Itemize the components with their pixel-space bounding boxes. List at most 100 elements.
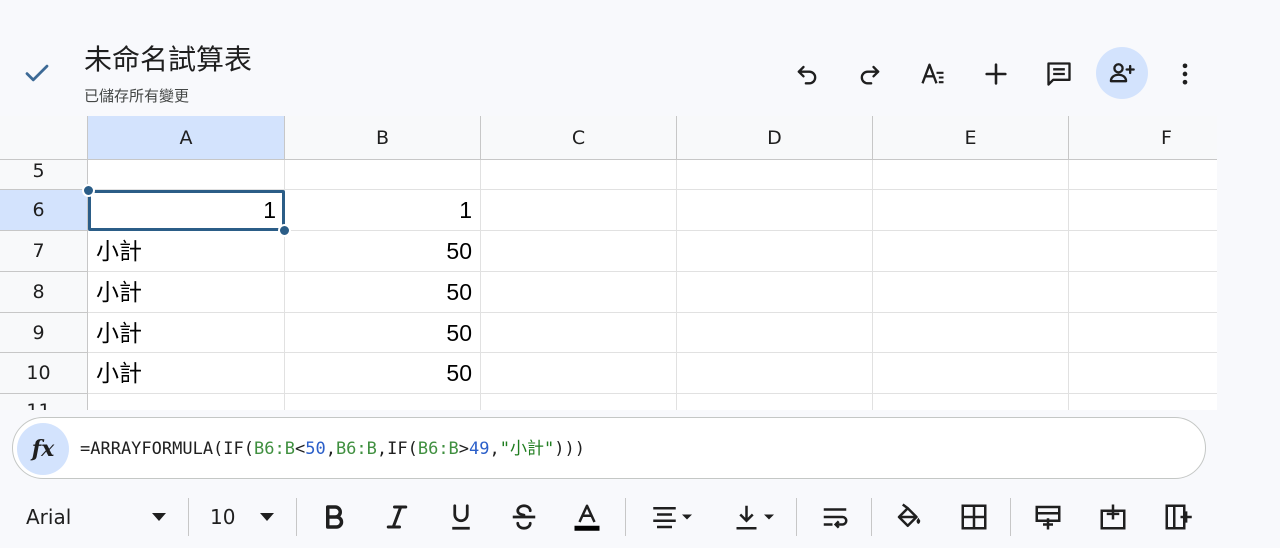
column-header-c[interactable]: C — [481, 116, 677, 160]
text-color-button[interactable] — [570, 496, 604, 538]
cell-a8[interactable]: 小計 — [88, 272, 285, 313]
share-button[interactable] — [1096, 47, 1148, 99]
column-header-a[interactable]: A — [88, 116, 285, 160]
cell-f10[interactable] — [1069, 353, 1217, 394]
cell-d9[interactable] — [677, 313, 873, 353]
cell-d10[interactable] — [677, 353, 873, 394]
underline-button[interactable] — [445, 496, 477, 538]
row-header[interactable]: 5 — [0, 160, 88, 190]
fx-icon[interactable]: fx — [17, 423, 69, 475]
cell-b8[interactable]: 50 — [285, 272, 481, 313]
borders-button[interactable] — [957, 496, 991, 538]
formula-token-num: 49 — [469, 439, 490, 459]
select-all-corner[interactable] — [0, 116, 88, 160]
toolbar-divider — [1010, 498, 1011, 536]
cell-c5[interactable] — [481, 160, 677, 190]
cell-a9[interactable]: 小計 — [88, 313, 285, 353]
column-header-f[interactable]: F — [1069, 116, 1217, 160]
cell-c10[interactable] — [481, 353, 677, 394]
cell-b10[interactable]: 50 — [285, 353, 481, 394]
font-family-select[interactable]: Arial — [14, 496, 174, 538]
row-header[interactable]: 9 — [0, 313, 88, 353]
strikethrough-icon — [512, 504, 536, 530]
insert-row-above-button[interactable] — [1096, 496, 1130, 538]
formula-input[interactable]: =ARRAYFORMULA(IF(B6:B<50,B6:B,IF(B6:B>49… — [80, 437, 585, 461]
document-title[interactable]: 未命名試算表 — [84, 42, 252, 78]
insert-button[interactable] — [972, 50, 1020, 98]
italic-button[interactable] — [381, 496, 413, 538]
cell-d7[interactable] — [677, 231, 873, 272]
cell-d6[interactable] — [677, 190, 873, 231]
row-header[interactable]: 6 — [0, 190, 88, 231]
cell-f11[interactable] — [1069, 394, 1217, 410]
undo-button[interactable] — [783, 50, 831, 98]
bold-button[interactable] — [318, 496, 350, 538]
selection-handle-top-left[interactable] — [82, 184, 95, 197]
cell-c6[interactable] — [481, 190, 677, 231]
formula-bar[interactable]: fx =ARRAYFORMULA(IF(B6:B<50,B6:B,IF(B6:B… — [12, 417, 1206, 479]
cell-c11[interactable] — [481, 394, 677, 410]
cell-b9[interactable]: 50 — [285, 313, 481, 353]
cell-a7[interactable]: 小計 — [88, 231, 285, 272]
row-header[interactable]: 11 — [0, 394, 88, 410]
check-icon[interactable] — [22, 58, 52, 88]
cell-b6[interactable]: 1 — [285, 190, 481, 231]
row-header[interactable]: 7 — [0, 231, 88, 272]
cell-a5[interactable] — [88, 160, 285, 190]
horizontal-align-button[interactable] — [648, 496, 696, 538]
cell-f6[interactable] — [1069, 190, 1217, 231]
wrap-text-icon — [823, 508, 848, 529]
cell-d11[interactable] — [677, 394, 873, 410]
cell-e10[interactable] — [873, 353, 1069, 394]
cell-f5[interactable] — [1069, 160, 1217, 190]
formula-token-plain: , — [325, 439, 336, 459]
cell-f7[interactable] — [1069, 231, 1217, 272]
border-all-icon — [961, 504, 987, 530]
insert-row-button[interactable] — [1031, 496, 1065, 538]
format-toolbar: Arial 10 — [0, 488, 1280, 548]
cell-e9[interactable] — [873, 313, 1069, 353]
column-header-d[interactable]: D — [677, 116, 873, 160]
cell-e5[interactable] — [873, 160, 1069, 190]
font-size-select[interactable]: 10 — [198, 496, 282, 538]
cell-c8[interactable] — [481, 272, 677, 313]
text-format-button[interactable] — [909, 50, 957, 98]
cell-d8[interactable] — [677, 272, 873, 313]
cell-c7[interactable] — [481, 231, 677, 272]
cell-e7[interactable] — [873, 231, 1069, 272]
strikethrough-button[interactable] — [508, 496, 540, 538]
cell-e6[interactable] — [873, 190, 1069, 231]
redo-button[interactable] — [846, 50, 894, 98]
toolbar-divider — [796, 498, 797, 536]
selection-handle-bottom-right[interactable] — [278, 224, 291, 237]
column-header-b[interactable]: B — [285, 116, 481, 160]
cell-b7[interactable]: 50 — [285, 231, 481, 272]
cell-a11[interactable] — [88, 394, 285, 410]
paint-bucket-icon — [897, 503, 921, 527]
cell-e8[interactable] — [873, 272, 1069, 313]
insert-column-button[interactable] — [1161, 496, 1195, 538]
more-vert-icon — [1182, 63, 1188, 85]
more-options-button[interactable] — [1161, 50, 1209, 98]
comment-button[interactable] — [1035, 50, 1083, 98]
text-wrap-button[interactable] — [818, 496, 852, 538]
row-header[interactable]: 8 — [0, 272, 88, 313]
cell-e11[interactable] — [873, 394, 1069, 410]
formula-token-plain: ))) — [554, 439, 585, 459]
formula-token-plain: > — [458, 439, 470, 459]
cell-f8[interactable] — [1069, 272, 1217, 313]
font-family-value: Arial — [26, 505, 72, 529]
cell-f9[interactable] — [1069, 313, 1217, 353]
fill-color-button[interactable] — [892, 496, 926, 538]
cell-d5[interactable] — [677, 160, 873, 190]
cell-a10[interactable]: 小計 — [88, 353, 285, 394]
undo-icon — [797, 65, 817, 85]
cell-c9[interactable] — [481, 313, 677, 353]
row-header[interactable]: 10 — [0, 353, 88, 394]
formula-token-plain: , — [489, 439, 500, 459]
cell-b5[interactable] — [285, 160, 481, 190]
cell-a6[interactable]: 1 — [88, 190, 285, 231]
vertical-align-button[interactable] — [730, 496, 778, 538]
column-header-e[interactable]: E — [873, 116, 1069, 160]
cell-b11[interactable] — [285, 394, 481, 410]
